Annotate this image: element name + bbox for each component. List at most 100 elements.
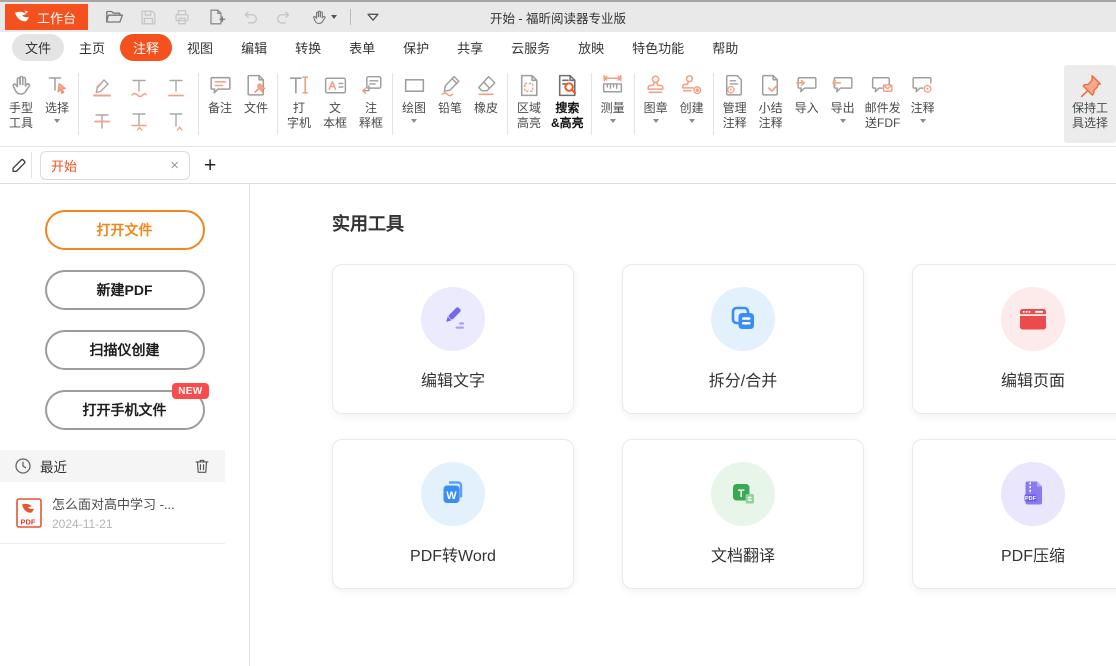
tool-card-pdf-to-word[interactable]: W PDF转Word xyxy=(332,439,574,589)
title-bar: 开始 - 福昕阅读器专业版 工作台 xyxy=(0,0,1116,32)
ribbon-button-label: 导入 xyxy=(795,101,819,116)
ribbon-separator xyxy=(591,73,592,135)
tab-start[interactable]: 开始 × xyxy=(40,151,190,180)
menu-protect[interactable]: 保护 xyxy=(390,34,442,61)
menu-share[interactable]: 共享 xyxy=(444,34,496,61)
underline-icon[interactable] xyxy=(158,72,193,103)
scanner-create-button[interactable]: 扫描仪创建 xyxy=(45,330,205,370)
callout-icon xyxy=(358,69,385,101)
menu-view[interactable]: 视图 xyxy=(174,34,226,61)
tool-card-edit-page[interactable]: 编辑页面 xyxy=(912,264,1116,414)
section-heading: 实用工具 xyxy=(332,210,1116,236)
utility-tools-panel: 实用工具 编辑文字 xyxy=(250,184,1116,666)
ribbon-keep-tool-selected[interactable]: 保持工 具选择 xyxy=(1064,65,1116,143)
save-icon[interactable] xyxy=(136,5,160,29)
create-stamp-icon xyxy=(678,69,705,101)
hand-quick-icon[interactable] xyxy=(306,5,340,29)
ribbon-pencil[interactable]: 铅笔 xyxy=(432,65,468,143)
strikeout-icon[interactable] xyxy=(84,105,119,136)
tool-card-split-merge[interactable]: 拆分/合并 xyxy=(622,264,864,414)
tool-card-doc-translate[interactable]: T 文档翻译 xyxy=(622,439,864,589)
ribbon-button-label: 导出 xyxy=(831,101,855,116)
tool-card-label: 文档翻译 xyxy=(711,542,775,566)
print-icon[interactable] xyxy=(170,5,194,29)
ribbon-area-highlight[interactable]: 区域 高亮 xyxy=(511,65,547,143)
ribbon-button-label: 管理 注释 xyxy=(723,101,747,131)
ribbon-separator xyxy=(634,73,635,135)
svg-text:PDF: PDF xyxy=(1025,496,1037,502)
trash-icon[interactable] xyxy=(193,457,211,475)
ribbon-drawing[interactable]: 绘图 xyxy=(396,65,432,143)
ribbon-separator xyxy=(507,73,508,135)
recent-file-item[interactable]: PDF 怎么面对高中学习 -... 2024-11-21 xyxy=(0,482,225,544)
ribbon-import-comments[interactable]: 导入 xyxy=(789,65,825,143)
menu-edit[interactable]: 编辑 xyxy=(228,34,280,61)
highlight-icon[interactable] xyxy=(84,72,119,103)
ribbon-callout[interactable]: 注 释框 xyxy=(353,65,389,143)
new-document-icon[interactable] xyxy=(204,5,228,29)
ribbon-button-label: 注 释框 xyxy=(359,101,383,131)
ribbon-typewriter[interactable]: 打 字机 xyxy=(281,65,317,143)
open-file-button[interactable]: 打开文件 xyxy=(45,210,205,250)
ribbon-eraser[interactable]: 橡皮 xyxy=(468,65,504,143)
document-tab-bar: 开始 × + xyxy=(0,147,1116,184)
replace-text-icon[interactable] xyxy=(121,105,156,136)
edit-page-icon xyxy=(1001,287,1065,351)
ribbon-hand-tool[interactable]: 手型 工具 xyxy=(3,65,39,143)
ribbon-separator xyxy=(392,73,393,135)
menu-convert[interactable]: 转换 xyxy=(282,34,334,61)
ribbon-button-label: 文 本框 xyxy=(323,101,347,131)
tool-card-pdf-compress[interactable]: PDF PDF压缩 xyxy=(912,439,1116,589)
new-tab-button[interactable]: + xyxy=(204,155,216,176)
recent-file-name: 怎么面对高中学习 -... xyxy=(52,494,175,513)
ribbon-button-label: 区域 高亮 xyxy=(517,101,541,131)
ribbon-textbox[interactable]: 文 本框 xyxy=(317,65,353,143)
open-folder-icon[interactable] xyxy=(102,5,126,29)
ribbon-separator xyxy=(198,73,199,135)
ribbon-stamp[interactable]: 图章 xyxy=(638,65,674,143)
open-mobile-file-button[interactable]: 打开手机文件 NEW xyxy=(45,390,205,430)
pdf-file-icon: PDF xyxy=(16,498,42,528)
close-tab-icon[interactable]: × xyxy=(170,158,179,173)
tool-card-label: 编辑页面 xyxy=(1001,367,1065,391)
workspace-button[interactable]: 工作台 xyxy=(5,4,88,30)
search-highlight-icon xyxy=(554,69,581,101)
ribbon-export-comments[interactable]: 导出 xyxy=(825,65,861,143)
menu-bar: 文件 主页 注释 视图 编辑 转换 表单 保护 共享 云服务 放映 特色功能 帮… xyxy=(0,32,1116,62)
menu-home[interactable]: 主页 xyxy=(66,34,118,61)
svg-text:PDF: PDF xyxy=(21,517,36,526)
pdf-compress-icon: PDF xyxy=(1001,462,1065,526)
ribbon-comment-settings[interactable]: 注释 xyxy=(905,65,941,143)
ribbon-create-stamp[interactable]: 创建 xyxy=(674,65,710,143)
ribbon-manage-comments[interactable]: 管理 注释 xyxy=(717,65,753,143)
pin-icon xyxy=(1077,69,1104,101)
squiggly-underline-icon[interactable] xyxy=(121,72,156,103)
foxit-reader-window: 开始 - 福昕阅读器专业版 工作台 xyxy=(0,0,1116,666)
menu-file[interactable]: 文件 xyxy=(12,34,64,61)
redo-icon[interactable] xyxy=(272,5,296,29)
tool-card-edit-text[interactable]: 编辑文字 xyxy=(332,264,574,414)
tab-label: 开始 xyxy=(51,156,170,175)
menu-form[interactable]: 表单 xyxy=(336,34,388,61)
ribbon-note[interactable]: 备注 xyxy=(202,65,238,143)
start-sidebar: 打开文件 新建PDF 扫描仪创建 打开手机文件 NEW 最近 xyxy=(0,184,250,666)
undo-icon[interactable] xyxy=(238,5,262,29)
insert-text-icon[interactable] xyxy=(158,105,193,136)
ribbon-button-label: 测量 xyxy=(601,101,625,116)
ribbon-search-highlight[interactable]: 搜索 &高亮 xyxy=(547,65,588,143)
new-pdf-button[interactable]: 新建PDF xyxy=(45,270,205,310)
ribbon-summarize-comments[interactable]: 小结 注释 xyxy=(753,65,789,143)
menu-present[interactable]: 放映 xyxy=(565,34,617,61)
menu-help[interactable]: 帮助 xyxy=(699,34,751,61)
ribbon-select-tool[interactable]: 选择 xyxy=(39,65,75,143)
menu-cloud[interactable]: 云服务 xyxy=(498,34,563,61)
ribbon-measure[interactable]: 测量 xyxy=(595,65,631,143)
ribbon-button-label: 邮件发 送FDF xyxy=(865,101,901,131)
menu-comment[interactable]: 注释 xyxy=(120,34,172,61)
edit-tabs-icon[interactable] xyxy=(6,152,32,178)
ribbon-email-fdf[interactable]: 邮件发 送FDF xyxy=(861,65,905,143)
menu-features[interactable]: 特色功能 xyxy=(619,34,697,61)
customize-toolbar-icon[interactable] xyxy=(361,5,385,29)
ribbon-button-label: 选择 xyxy=(45,101,69,116)
ribbon-file-attachment[interactable]: 文件 xyxy=(238,65,274,143)
